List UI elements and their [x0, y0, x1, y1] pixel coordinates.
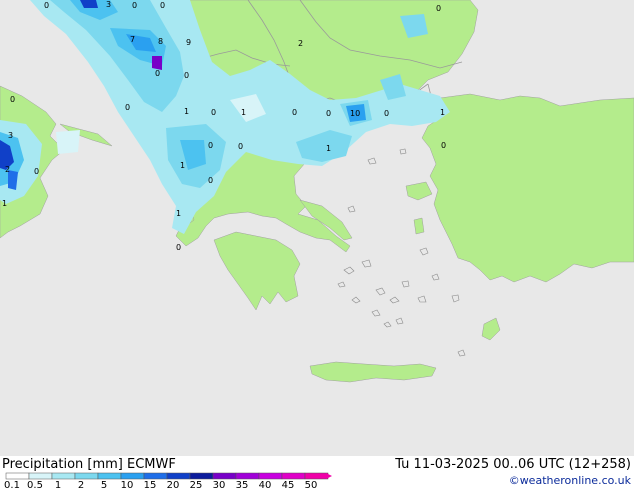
map-label: 1	[184, 107, 189, 116]
scale-cell	[258, 472, 283, 480]
scale-tick-label: 0.1	[4, 480, 20, 491]
scale-tick-label: 0.5	[27, 480, 43, 491]
scale-cell	[120, 472, 145, 480]
scale-tick-label: 30	[212, 480, 226, 491]
map-label: 0	[132, 1, 137, 10]
scale-tick-label: 20	[166, 480, 180, 491]
map-label: 0	[292, 108, 297, 117]
footer: Precipitation [mm] ECMWF Tu 11-03-2025 0…	[0, 456, 634, 491]
map-label: 0	[160, 1, 165, 10]
map-label: 0	[44, 1, 49, 10]
color-scale-bar	[5, 472, 332, 480]
map-label: 1	[440, 108, 445, 117]
map-canvas: 0 3 0 0 7 8 9 0 2 0 0 0 0 1 0 1 0 0 10 0…	[0, 0, 634, 456]
map-label: 8	[158, 37, 163, 46]
map-label: 1	[180, 161, 185, 170]
scale-cell	[212, 472, 237, 480]
map-label: 0	[208, 176, 213, 185]
map-label: 7	[130, 35, 135, 44]
map-label: 0	[155, 69, 160, 78]
credit-text: ©weatheronline.co.uk	[508, 474, 631, 487]
scale-cell	[166, 472, 191, 480]
map-label: 0	[211, 108, 216, 117]
scale-tick-label: 10	[120, 480, 134, 491]
map-label: 0	[125, 103, 130, 112]
scale-cell	[281, 472, 306, 480]
scale-tick-label: 35	[235, 480, 249, 491]
precipitation-map: 0 3 0 0 7 8 9 0 2 0 0 0 0 1 0 1 0 0 10 0…	[0, 0, 634, 456]
map-label: 0	[10, 95, 15, 104]
scale-cell	[235, 472, 260, 480]
map-label: 0	[384, 109, 389, 118]
scale-tick-label: 45	[281, 480, 295, 491]
scale-cell	[143, 472, 168, 480]
scale-tick-label: 50	[304, 480, 318, 491]
map-label: 9	[186, 38, 191, 47]
map-label: 1	[176, 209, 181, 218]
map-label: 1	[326, 144, 331, 153]
map-label: 0	[34, 167, 39, 176]
scale-cell	[51, 472, 76, 480]
scale-arrow	[326, 473, 332, 479]
map-label: 0	[436, 4, 441, 13]
land-chios	[413, 217, 425, 235]
map-title: Precipitation [mm] ECMWF	[2, 457, 176, 472]
map-label: 0	[184, 71, 189, 80]
color-scale: 0.1 0.5 1 2 5 10 15 20 25 30 35 40 45 50	[0, 472, 340, 491]
map-label: 0	[326, 109, 331, 118]
scale-cell	[304, 472, 329, 480]
map-label: 1	[2, 199, 7, 208]
valid-time: Tu 11-03-2025 00..06 UTC (12+258)	[395, 457, 631, 472]
scale-tick-label: 2	[77, 480, 85, 491]
map-label: 3	[8, 131, 13, 140]
map-label: 1	[241, 108, 246, 117]
scale-tick-label: 40	[258, 480, 272, 491]
map-label: 2	[5, 165, 10, 174]
scale-cell	[28, 472, 53, 480]
scale-tick-label: 1	[54, 480, 62, 491]
scale-cell	[5, 472, 30, 480]
map-label: 3	[106, 0, 111, 9]
scale-cell	[97, 472, 122, 480]
scale-cell	[74, 472, 99, 480]
scale-tick-label: 5	[100, 480, 108, 491]
scale-tick-label: 15	[143, 480, 157, 491]
map-label: 0	[208, 141, 213, 150]
map-label: 0	[441, 141, 446, 150]
map-label: 10	[350, 109, 360, 118]
map-label: 0	[176, 243, 181, 252]
map-label: 2	[298, 39, 303, 48]
map-label: 0	[238, 142, 243, 151]
scale-tick-label: 25	[189, 480, 203, 491]
scale-cell	[189, 472, 214, 480]
